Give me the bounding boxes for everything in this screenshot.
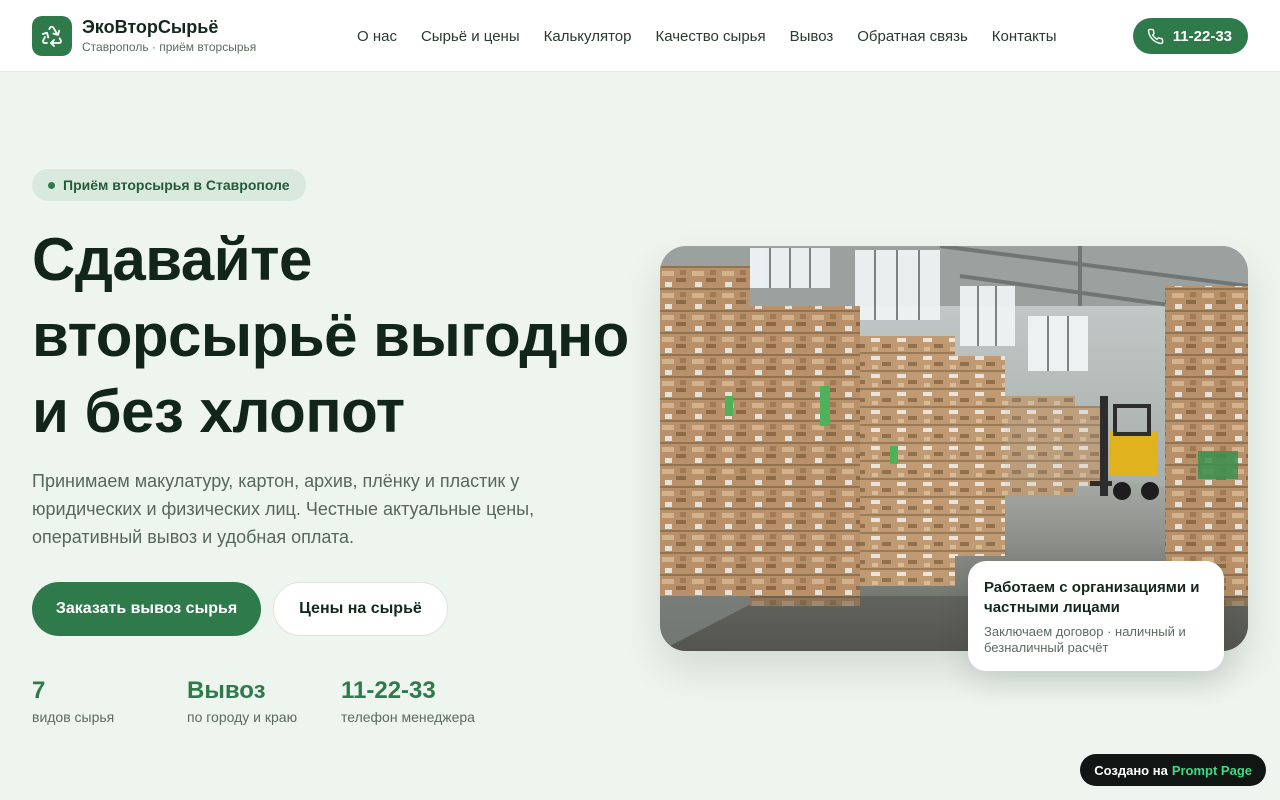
stat-label: по городу и краю bbox=[187, 709, 298, 725]
recycle-icon bbox=[41, 25, 62, 47]
hero-description: Принимаем макулатуру, картон, архив, плё… bbox=[32, 471, 535, 547]
order-pickup-button[interactable]: Заказать вывоз сырья bbox=[32, 582, 261, 636]
location-badge: Приём вторсырья в Ставрополе bbox=[32, 169, 306, 201]
stat-phone: 11-22-33 телефон менеджера bbox=[341, 676, 475, 727]
stat-label: телефон менеджера bbox=[341, 709, 475, 725]
info-card: Работаем с организациями и частными лица… bbox=[968, 561, 1224, 671]
stat-pickup: Вывоз по городу и краю bbox=[187, 676, 297, 727]
nav-item-quality[interactable]: Качество сырья bbox=[655, 28, 765, 45]
stat-value: 11-22-33 bbox=[341, 677, 436, 704]
hero-title-line-1: Сдавайте bbox=[32, 226, 312, 293]
stat-value: 7 bbox=[32, 677, 46, 704]
main-nav: О нас Сырьё и цены Калькулятор Качество … bbox=[357, 0, 1081, 72]
made-by-prefix: Создано на bbox=[1094, 762, 1168, 778]
stat-materials: 7 видов сырья bbox=[32, 676, 114, 727]
stat-value: Вывоз bbox=[187, 677, 266, 704]
hero-title: Сдавайте вторсырьё выгодно и без хлопот bbox=[32, 222, 652, 450]
made-by-brand: Prompt Page bbox=[1171, 762, 1252, 778]
nav-item-prices[interactable]: Сырьё и цены bbox=[421, 28, 520, 45]
nav-item-pickup[interactable]: Вывоз bbox=[790, 28, 834, 45]
info-card-title: Работаем с организациями и частными лица… bbox=[984, 579, 1200, 616]
prices-button[interactable]: Цены на сырьё bbox=[273, 582, 448, 636]
info-card-text: Заключаем договор · наличный и безналичн… bbox=[984, 624, 1186, 655]
stat-label: видов сырья bbox=[32, 709, 115, 725]
nav-item-feedback[interactable]: Обратная связь bbox=[857, 28, 968, 45]
made-by-badge[interactable]: Создано на Prompt Page bbox=[1080, 754, 1266, 786]
badge-label: Приём вторсырья в Ставрополе bbox=[63, 177, 290, 193]
badge-dot bbox=[48, 181, 55, 189]
phone-button-label: 11-22-33 bbox=[1172, 27, 1232, 45]
hero-title-line-3: и без хлопот bbox=[32, 378, 405, 445]
brand-name[interactable]: ЭкоВторСырьё bbox=[82, 16, 256, 38]
nav-item-calculator[interactable]: Калькулятор bbox=[544, 28, 632, 45]
phone-icon bbox=[1147, 28, 1164, 44]
site-header: ЭкоВторСырьё Ставрополь · приём вторсырь… bbox=[0, 0, 1280, 72]
brand-subtitle: Ставрополь · приём вторсырья bbox=[82, 40, 257, 54]
brand: ЭкоВторСырьё Ставрополь · приём вторсырь… bbox=[82, 16, 256, 55]
nav-item-about[interactable]: О нас bbox=[357, 28, 397, 45]
phone-button[interactable]: 11-22-33 bbox=[1132, 18, 1248, 54]
nav-item-contacts[interactable]: Контакты bbox=[992, 28, 1057, 45]
hero-title-line-2: вторсырьё выгодно bbox=[32, 302, 629, 369]
logo[interactable] bbox=[32, 15, 72, 56]
